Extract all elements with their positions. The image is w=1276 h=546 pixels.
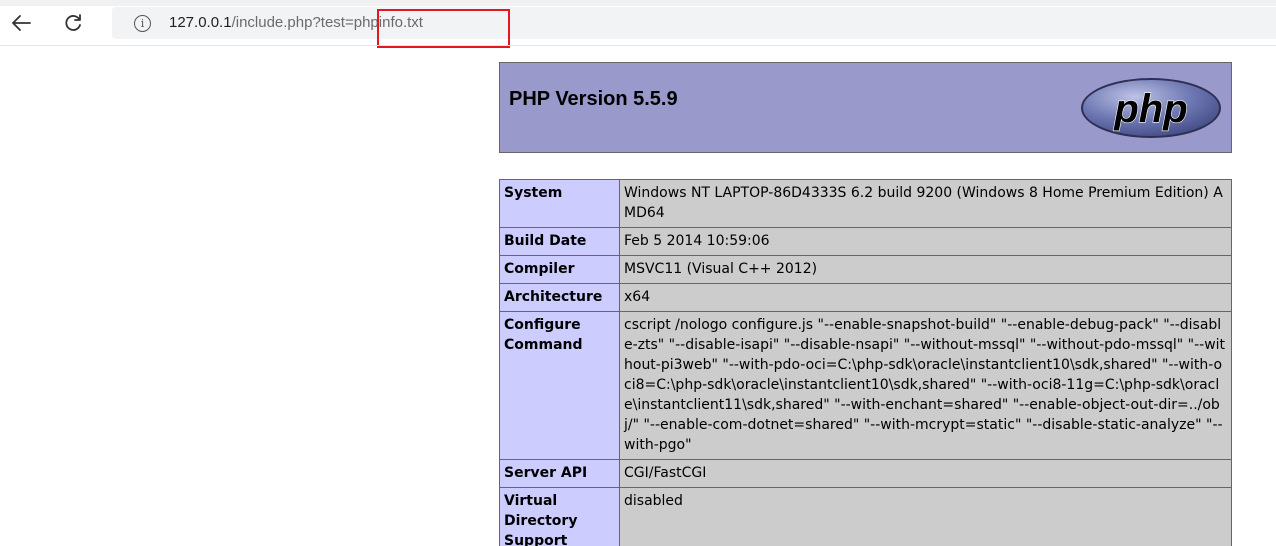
- row-key: Build Date: [499, 227, 620, 256]
- page-title: PHP Version 5.5.9: [509, 88, 678, 110]
- row-key: Server API: [499, 459, 620, 488]
- arrow-left-icon: [12, 15, 31, 31]
- row-key: Virtual Directory Support: [499, 487, 620, 546]
- row-value: CGI/FastCGI: [619, 459, 1232, 488]
- url-highlight-box: [377, 9, 510, 48]
- back-button[interactable]: [6, 8, 36, 38]
- table-row: Virtual Directory Support disabled: [499, 487, 1232, 546]
- row-key: Architecture: [499, 283, 620, 312]
- table-row: Compiler MSVC11 (Visual C++ 2012): [499, 255, 1232, 284]
- toolbar-divider: [0, 45, 1276, 46]
- svg-text:php: php: [1113, 87, 1187, 131]
- row-value: x64: [619, 283, 1232, 312]
- table-row: System Windows NT LAPTOP-86D4333S 6.2 bui…: [499, 179, 1232, 228]
- php-logo: php: [1081, 78, 1221, 138]
- table-row: Server API CGI/FastCGI: [499, 459, 1232, 488]
- row-value: disabled: [619, 487, 1232, 546]
- info-icon[interactable]: i: [134, 15, 151, 32]
- row-key: Compiler: [499, 255, 620, 284]
- table-row: Build Date Feb 5 2014 10:59:06: [499, 227, 1232, 256]
- row-key: Configure Command: [499, 311, 620, 460]
- row-value: cscript /nologo configure.js "--enable-s…: [619, 311, 1232, 460]
- row-key: System: [499, 179, 620, 228]
- reload-button[interactable]: [58, 8, 88, 38]
- row-value: Windows NT LAPTOP-86D4333S 6.2 build 920…: [619, 179, 1232, 228]
- row-value: MSVC11 (Visual C++ 2012): [619, 255, 1232, 284]
- browser-toolbar: i 127.0.0.1/include.php?test=phpinfo.txt: [0, 0, 1276, 48]
- url-host: 127.0.0.1: [169, 14, 232, 31]
- row-value: Feb 5 2014 10:59:06: [619, 227, 1232, 256]
- table-row: Architecture x64: [499, 283, 1232, 312]
- window-edge: [0, 0, 1276, 6]
- php-version-header: PHP Version 5.5.9 php: [499, 62, 1232, 153]
- php-info-table: System Windows NT LAPTOP-86D4333S 6.2 bui…: [499, 179, 1232, 546]
- table-row: Configure Command cscript /nologo configu…: [499, 311, 1232, 460]
- reload-icon: [65, 14, 81, 31]
